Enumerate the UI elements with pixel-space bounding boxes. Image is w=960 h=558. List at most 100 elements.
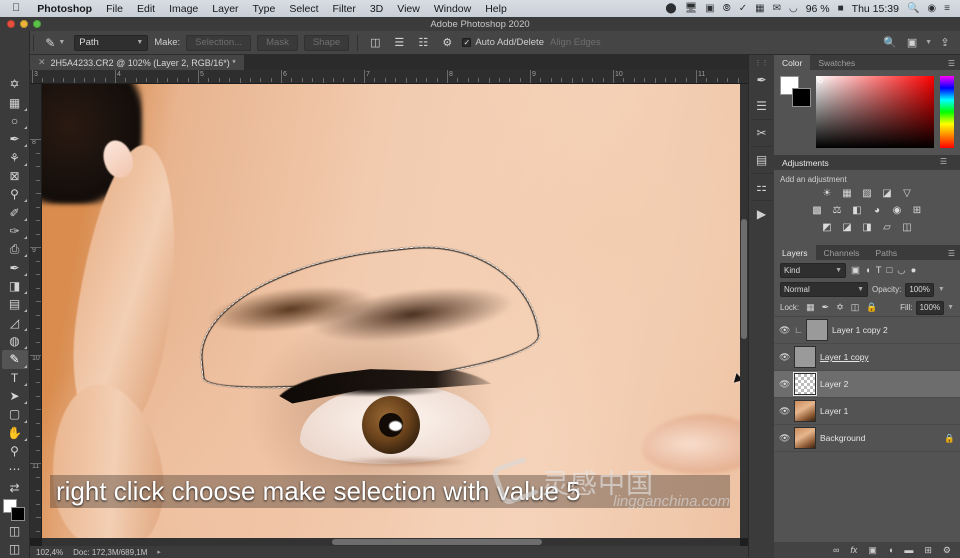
brush-settings-icon[interactable]: ✒ [750,67,774,93]
record-icon[interactable]: ⬤ [665,3,676,14]
siri-icon[interactable]: ◉ [927,3,936,14]
lock-position-icon[interactable]: ✡ [836,302,844,313]
layer-name[interactable]: Layer 2 [820,379,848,389]
histogram-icon[interactable]: ▤ [750,147,774,173]
expand-arrow-icon[interactable]: ▸ [157,548,161,556]
brightness-contrast-icon[interactable]: ☀ [821,187,834,199]
zoom-tool[interactable]: ⚲ [2,442,28,460]
path-arrangement-icon[interactable]: ☷ [414,34,432,51]
search-icon[interactable]: 🔍 [881,34,899,51]
control-center-icon[interactable]: ≡ [944,3,950,14]
dropbox-icon[interactable]: ⦾ [723,3,731,14]
active-tool-preset[interactable]: ✎ ▼ [42,36,68,50]
bluetooth-icon[interactable]: ✉ [773,3,781,14]
close-tab-icon[interactable]: ✕ [38,57,46,68]
clone-stamp-tool[interactable]: ⎙ [2,240,28,258]
background-color-swatch[interactable] [10,506,25,521]
shield-icon[interactable]: ✓ [739,3,747,14]
path-alignment-icon[interactable]: ☰ [390,34,408,51]
eraser-tool[interactable]: ◨ [2,277,28,295]
spot-healing-brush-tool[interactable]: ✐ [2,203,28,221]
actions-play-icon[interactable]: ▶ [750,201,774,227]
black-white-icon[interactable]: ◧ [851,204,864,216]
layer-name[interactable]: Layer 1 [820,406,848,416]
new-group-icon[interactable]: ▬ [904,545,913,555]
threshold-icon[interactable]: ◨ [861,221,874,233]
new-layer-icon[interactable]: ⊞ [924,545,932,556]
quick-mask-icon[interactable]: ◫ [2,521,28,539]
background-color-swatch[interactable] [792,88,811,107]
layer-visibility-icon[interactable]: 👁 [779,406,790,417]
gradient-tool[interactable]: ▤ [2,295,28,313]
color-field[interactable] [816,76,934,148]
color-lookup-icon[interactable]: ⊞ [911,204,924,216]
levels-icon[interactable]: ▦ [841,187,854,199]
color-panel-swatches[interactable] [780,76,811,107]
table-row[interactable]: 👁 Layer 2 [774,371,960,398]
adjustments-sliders-icon[interactable]: ☰ [750,93,774,119]
channel-mixer-icon[interactable]: ◉ [891,204,904,216]
share-icon[interactable]: ⇪ [936,34,954,51]
menu-item-image[interactable]: Image [162,3,205,15]
layer-thumbnail[interactable] [806,319,828,341]
photo-filter-icon[interactable]: ◕ [871,204,884,216]
lock-image-icon[interactable]: ✒ [822,302,830,313]
menu-bar-clock[interactable]: Thu 15:39 [852,3,899,15]
rectangular-marquee-tool[interactable]: ▦ [2,93,28,111]
auto-add-delete-checkbox[interactable]: ✓ Auto Add/Delete [462,37,544,48]
layer-visibility-icon[interactable]: 👁 [779,325,790,336]
make-shape-button[interactable]: Shape [303,34,350,51]
canvas-horizontal-scrollbar[interactable] [42,538,740,546]
make-selection-button[interactable]: Selection... [186,34,252,51]
color-swatches[interactable] [2,498,28,522]
tab-swatches[interactable]: Swatches [810,55,863,70]
menu-item-3d[interactable]: 3D [363,3,390,15]
wifi-icon[interactable]: ◡ [789,3,798,14]
link-layers-icon[interactable]: ∞ [833,545,839,555]
table-row[interactable]: 👁 Layer 1 [774,398,960,425]
add-layer-mask-icon[interactable]: ▣ [868,545,877,556]
layer-name[interactable]: Layer 1 copy 2 [832,325,888,335]
color-balance-icon[interactable]: ⚖ [831,204,844,216]
hue-saturation-icon[interactable]: ▩ [811,204,824,216]
info-panel-icon[interactable]: ⚏ [750,174,774,200]
brush-tool[interactable]: ✑ [2,222,28,240]
scrollbar-thumb[interactable] [332,539,542,545]
new-adjustment-layer-icon[interactable]: ◖ [888,545,893,555]
filter-shape-icon[interactable]: □ [887,265,893,276]
edit-toolbar-icon[interactable]: ⋯ [2,460,28,478]
path-mode-dropdown[interactable]: Path ▼ [74,34,149,51]
filter-pixel-icon[interactable]: ▣ [851,265,860,276]
menu-item-photoshop[interactable]: Photoshop [30,3,99,15]
lock-all-icon[interactable]: 🔒 [866,302,877,313]
flag-icon[interactable]: ▦ [755,3,764,14]
table-row[interactable]: 👁 Background 🔒 [774,425,960,452]
swap-colors-icon[interactable]: ⇄ [2,479,28,497]
dock-grip[interactable]: ⋮⋮ [755,59,769,67]
make-mask-button[interactable]: Mask [257,34,298,51]
filter-adjustment-icon[interactable]: ◖ [865,265,871,276]
panel-menu-icon[interactable]: ☰ [948,249,960,260]
close-button[interactable] [7,20,15,28]
apple-icon[interactable]:  [12,3,20,14]
menu-item-view[interactable]: View [390,3,427,15]
history-brush-tool[interactable]: ✒ [2,258,28,276]
move-tool[interactable]: ✡ [2,75,28,93]
vibrance-icon[interactable]: ▽ [901,187,914,199]
canvas-vertical-scrollbar[interactable] [740,84,748,538]
blur-tool[interactable]: ◿ [2,313,28,331]
menu-item-window[interactable]: Window [427,3,478,15]
object-selection-tool[interactable]: ✒ [2,130,28,148]
crop-tool[interactable]: ⚘ [2,148,28,166]
filter-smart-icon[interactable]: ◡ [897,265,905,276]
layer-filter-kind-dropdown[interactable]: Kind ▼ [780,262,846,278]
filter-toggle-icon[interactable]: ● [911,265,917,276]
layer-name[interactable]: Background [820,433,865,443]
eyedropper-tool[interactable]: ⚲ [2,185,28,203]
invert-icon[interactable]: ◩ [821,221,834,233]
layer-visibility-icon[interactable]: 👁 [779,352,790,363]
layer-name[interactable]: Layer 1 copy [820,352,869,362]
delete-layer-icon[interactable]: ⚙ [943,545,951,556]
tab-paths[interactable]: Paths [867,245,905,260]
gear-icon[interactable]: ⚙ [438,34,456,51]
